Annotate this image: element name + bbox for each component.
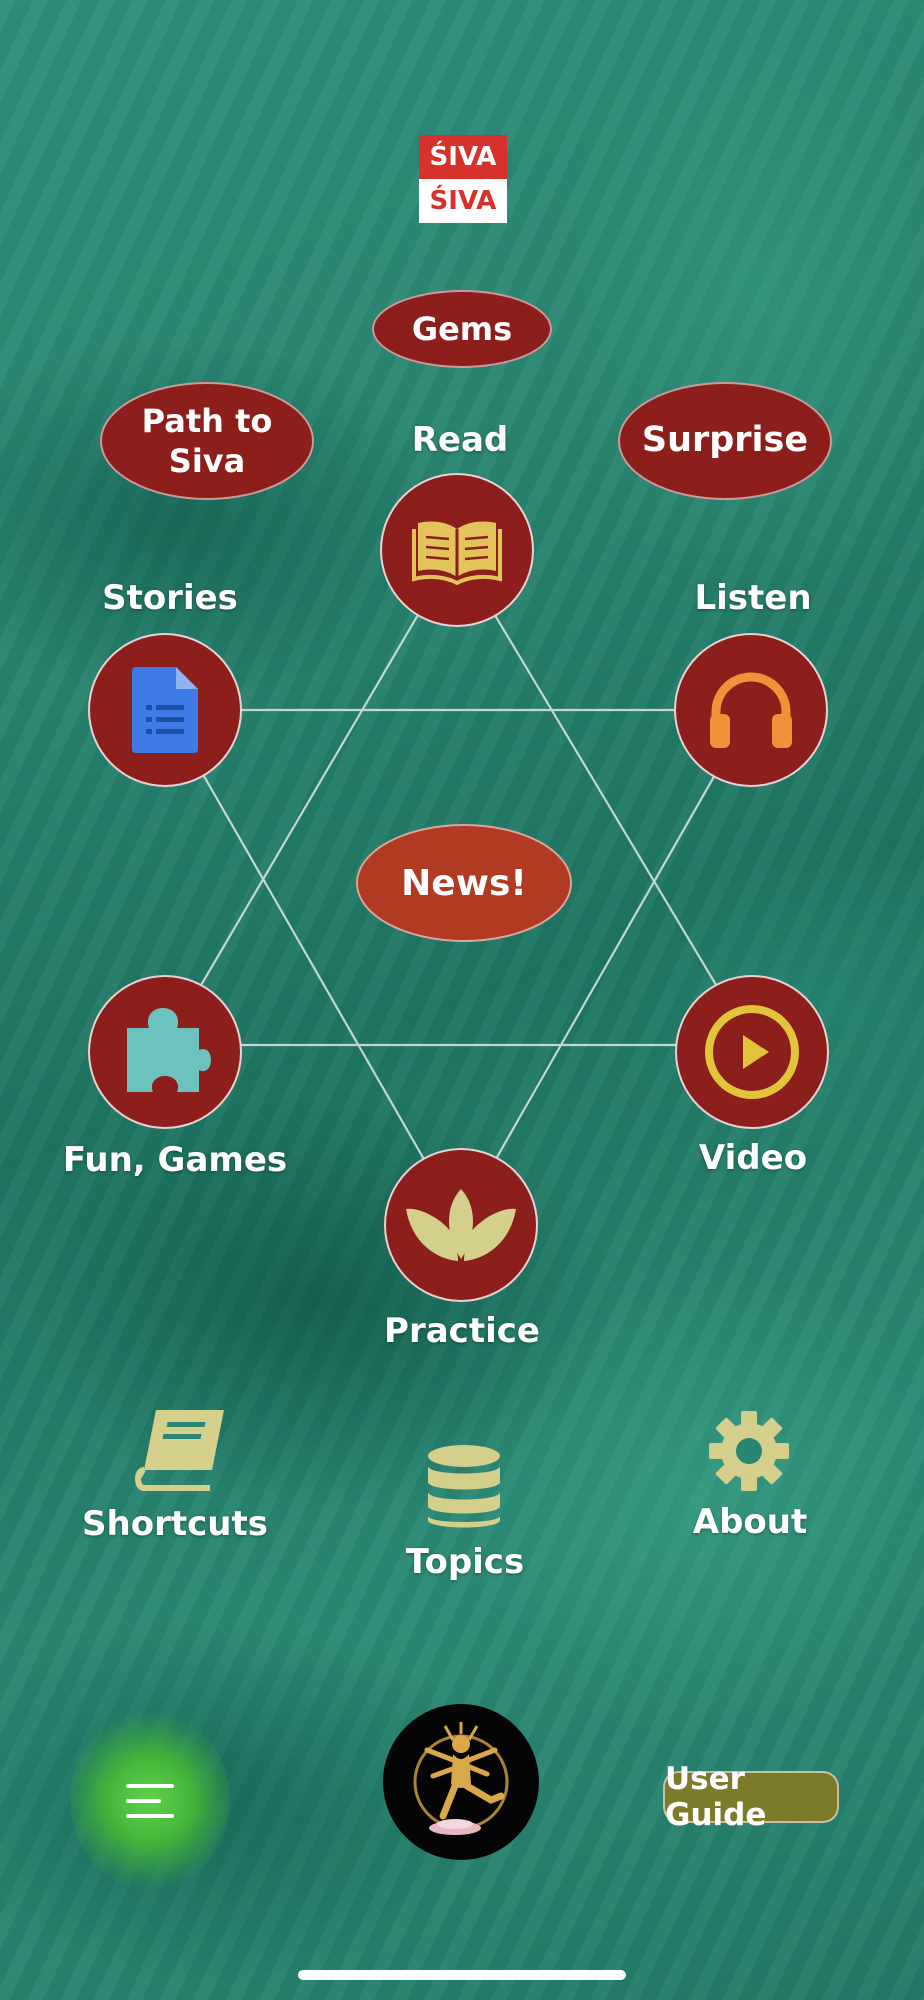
nataraja-image [413,1722,509,1835]
path-to-siva-label-2: Siva [168,442,246,480]
puzzle-piece-icon [127,1008,211,1092]
news-label: News! [401,862,527,904]
fun-games-button[interactable] [88,975,242,1129]
topics-button[interactable]: Topics [380,1440,550,1590]
listen-button[interactable] [674,633,828,787]
user-guide-button[interactable]: User Guide [663,1761,839,1833]
read-label: Read [411,420,509,460]
stories-label: Stories [102,578,238,618]
path-to-siva-label-1: Path to [141,402,273,440]
siva-siva-logo: ŚIVA ŚIVA [419,135,507,223]
document-icon [132,667,198,753]
gems-label: Gems [411,310,513,348]
gems-button[interactable]: Gems [372,290,552,368]
stories-button[interactable] [88,633,242,787]
book-icon [135,1410,224,1491]
logo-line-2: ŚIVA [419,179,507,223]
menu-button[interactable] [70,1710,230,1890]
read-button[interactable] [380,473,534,627]
home-indicator[interactable] [298,1970,626,1980]
lotus-icon [406,1189,516,1261]
surprise-label: Surprise [641,420,809,461]
listen-label: Listen [694,578,812,618]
shortcuts-label: Shortcuts [82,1504,268,1544]
topics-label: Topics [405,1542,525,1582]
nataraja-avatar[interactable] [383,1704,539,1860]
menu-icon [126,1784,174,1818]
headphones-icon [710,672,792,748]
news-button[interactable]: News! [356,824,572,942]
play-circle-icon [705,1005,799,1099]
surprise-button[interactable]: Surprise [618,382,832,500]
gear-icon [709,1411,789,1491]
database-icon [428,1445,500,1528]
about-label: About [692,1502,808,1542]
path-to-siva-button[interactable]: Path to Siva [100,382,314,500]
fun-games-label: Fun, Games [62,1140,288,1180]
shortcuts-button[interactable]: Shortcuts [70,1400,280,1550]
logo-line-1: ŚIVA [419,135,507,179]
open-book-icon [412,521,502,585]
user-guide-label: User Guide [665,1761,767,1833]
video-button[interactable] [675,975,829,1129]
video-label: Video [698,1138,808,1178]
practice-label: Practice [384,1311,540,1351]
practice-button[interactable] [384,1148,538,1302]
about-button[interactable]: About [670,1400,830,1550]
